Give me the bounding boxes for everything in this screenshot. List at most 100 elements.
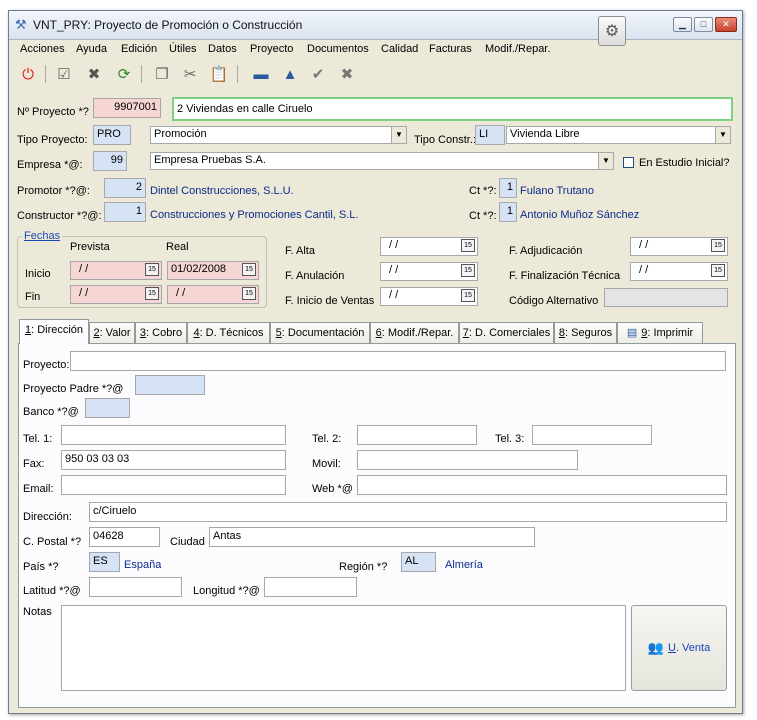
proyecto-field[interactable] xyxy=(70,351,726,371)
nproyecto-field[interactable]: 9907001 xyxy=(93,98,161,118)
checklist-icon[interactable]: ☑ xyxy=(53,64,75,84)
calendar-icon[interactable]: 15 xyxy=(145,263,159,276)
check-icon[interactable]: ✔ xyxy=(307,64,329,84)
calendar-icon[interactable]: 15 xyxy=(711,239,725,252)
tab-d-tecnicos[interactable]: 4: D. Técnicos xyxy=(187,322,270,344)
dropdown-arrow-icon[interactable]: ▼ xyxy=(391,127,406,143)
tab-valor[interactable]: 2: Valor xyxy=(89,322,135,344)
tab-seguros[interactable]: 8: Seguros xyxy=(554,322,617,344)
tab-modif-repar[interactable]: 6: Modif./Repar. xyxy=(370,322,459,344)
power-icon[interactable]: ⏻ xyxy=(17,64,39,84)
tipo-constr-select[interactable]: Vivienda Libre ▼ xyxy=(506,126,731,144)
tab-cobro[interactable]: 3: Cobro xyxy=(135,322,187,344)
web-field[interactable] xyxy=(357,475,727,495)
tel1-field[interactable] xyxy=(61,425,286,445)
tipo-constr-code[interactable]: LI xyxy=(475,125,505,145)
empresa-select[interactable]: Empresa Pruebas S.A. ▼ xyxy=(150,152,614,170)
ct-code-2[interactable]: 1 xyxy=(499,202,517,222)
promotor-label: Promotor *?@: xyxy=(17,185,90,197)
calendar-icon[interactable]: 15 xyxy=(145,287,159,300)
adjudicacion-field[interactable]: / / 15 xyxy=(630,237,728,256)
menu-utiles[interactable]: Útiles xyxy=(169,43,197,55)
menu-edicion[interactable]: Edición xyxy=(121,43,157,55)
tab-d-tecnicos-label: : D. Técnicos xyxy=(199,327,264,339)
longitud-field[interactable] xyxy=(264,577,357,597)
cancel-icon[interactable]: ✖ xyxy=(336,64,358,84)
banco-field[interactable] xyxy=(85,398,130,418)
region-code[interactable]: AL xyxy=(401,552,436,572)
u-venta-button[interactable]: 👥 U. Venta xyxy=(631,605,727,691)
close-button[interactable]: ✕ xyxy=(715,17,737,32)
ciudad-field[interactable]: Antas xyxy=(209,527,535,547)
movil-field[interactable] xyxy=(357,450,578,470)
window-title: VNT_PRY: Proyecto de Promoción o Constru… xyxy=(33,18,303,32)
fax-label: Fax: xyxy=(23,458,45,470)
inicio-ventas-field[interactable]: / / 15 xyxy=(380,287,478,306)
calendar-icon[interactable]: 15 xyxy=(711,264,725,277)
pais-code[interactable]: ES xyxy=(89,552,120,572)
cpostal-field[interactable]: 04628 xyxy=(89,527,160,547)
alta-field[interactable]: / / 15 xyxy=(380,237,478,256)
tipo-proyecto-select[interactable]: Promoción ▼ xyxy=(150,126,407,144)
constructor-code[interactable]: 1 xyxy=(104,202,146,222)
promotor-name: Dintel Construcciones, S.L.U. xyxy=(150,185,294,197)
fax-field[interactable]: 950 03 03 03 xyxy=(61,450,286,470)
cut-icon[interactable]: ✂ xyxy=(179,64,201,84)
menu-calidad[interactable]: Calidad xyxy=(381,43,418,55)
latitud-field[interactable] xyxy=(89,577,182,597)
anulacion-field[interactable]: / / 15 xyxy=(380,262,478,281)
inicio-real-value: 01/02/2008 xyxy=(171,263,227,275)
notas-textarea[interactable] xyxy=(61,605,626,691)
copy-icon[interactable]: ❐ xyxy=(151,64,173,84)
ct-label-1: Ct *?: xyxy=(469,185,497,197)
proyecto-padre-field[interactable] xyxy=(135,375,205,395)
tipo-constr-label: Tipo Constr.: xyxy=(414,134,476,146)
tipo-proyecto-code[interactable]: PRO xyxy=(93,125,131,145)
tab-documentacion[interactable]: 5: Documentación xyxy=(270,322,370,344)
paste-icon[interactable]: 📋 xyxy=(208,64,230,84)
ct-code-1[interactable]: 1 xyxy=(499,178,517,198)
empresa-code[interactable]: 99 xyxy=(93,151,127,171)
calendar-icon[interactable]: 15 xyxy=(242,263,256,276)
ct-name-2: Antonio Muñoz Sánchez xyxy=(520,209,640,221)
calendar-icon[interactable]: 15 xyxy=(461,264,475,277)
fin-real-field[interactable]: / / 15 xyxy=(167,285,259,304)
tel2-field[interactable] xyxy=(357,425,477,445)
tab-valor-label: : Valor xyxy=(99,327,131,339)
delete-record-icon[interactable]: ✖ xyxy=(83,64,105,84)
tab-direccion[interactable]: 1: Dirección xyxy=(19,319,89,344)
menu-modif-repar[interactable]: Modif./Repar. xyxy=(485,43,550,55)
minus-icon[interactable]: ▬ xyxy=(250,64,272,84)
codigo-alt-field[interactable] xyxy=(604,288,728,307)
dropdown-arrow-icon[interactable]: ▼ xyxy=(715,127,730,143)
calendar-icon[interactable]: 15 xyxy=(461,239,475,252)
dropdown-arrow-icon[interactable]: ▼ xyxy=(598,153,613,169)
maximize-button[interactable]: □ xyxy=(694,17,713,32)
up-arrow-icon[interactable]: ▲ xyxy=(279,64,301,84)
menu-acciones[interactable]: Acciones xyxy=(20,43,65,55)
tab-d-comerciales[interactable]: 7: D. Comerciales xyxy=(459,322,554,344)
tab-imprimir[interactable]: ▤ 9: Imprimir xyxy=(617,322,703,344)
banco-label: Banco *?@ xyxy=(23,406,79,418)
project-name-field[interactable]: 2 Viviendas en calle Ciruelo xyxy=(172,97,733,121)
tel3-field[interactable] xyxy=(532,425,652,445)
fin-tecnica-field[interactable]: / / 15 xyxy=(630,262,728,281)
calendar-icon[interactable]: 15 xyxy=(242,287,256,300)
minimize-button[interactable]: ▁ xyxy=(673,17,692,32)
menu-datos[interactable]: Datos xyxy=(208,43,237,55)
inicio-prevista-field[interactable]: / / 15 xyxy=(70,261,162,280)
menu-proyecto[interactable]: Proyecto xyxy=(250,43,293,55)
promotor-code[interactable]: 2 xyxy=(104,178,146,198)
latitud-label: Latitud *?@ xyxy=(23,585,81,597)
calendar-icon[interactable]: 15 xyxy=(461,289,475,302)
email-field[interactable] xyxy=(61,475,286,495)
inicio-real-field[interactable]: 01/02/2008 15 xyxy=(167,261,259,280)
menu-facturas[interactable]: Facturas xyxy=(429,43,472,55)
fin-prevista-field[interactable]: / / 15 xyxy=(70,285,162,304)
estudio-inicial-checkbox[interactable] xyxy=(623,157,634,168)
direccion-field[interactable]: c/Ciruelo xyxy=(89,502,727,522)
fin-label: Fin xyxy=(25,291,41,303)
menu-ayuda[interactable]: Ayuda xyxy=(76,43,107,55)
menu-documentos[interactable]: Documentos xyxy=(307,43,369,55)
refresh-icon[interactable]: ⟳ xyxy=(113,64,135,84)
